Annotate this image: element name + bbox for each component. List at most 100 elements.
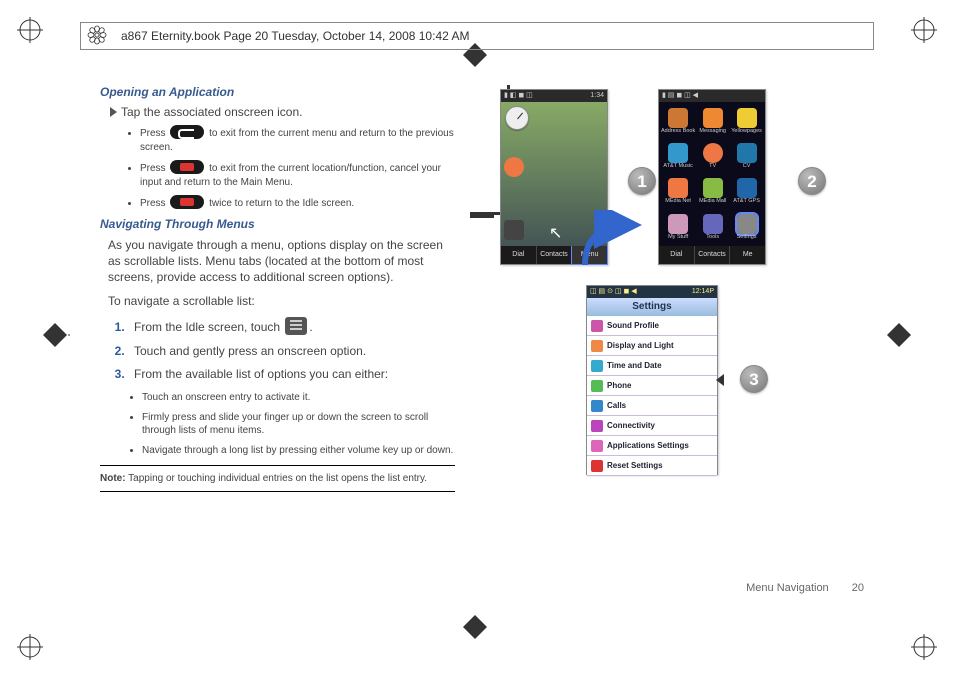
end-key-icon	[170, 160, 204, 174]
back-key-icon	[170, 125, 204, 139]
app-label: MEdia Mall	[699, 199, 726, 205]
app-icon	[668, 143, 688, 163]
fold-mark-right	[884, 320, 914, 350]
settings-row-icon	[591, 360, 603, 372]
bullet-press-end2: Press twice to return to the Idle screen…	[140, 195, 455, 211]
settings-row-phone: Phone	[587, 376, 717, 396]
footer-section-name: Menu Navigation	[746, 582, 829, 594]
app-my-stuff: My Stuff	[661, 210, 695, 244]
status-bar: ▮ ▤ ◼ ◫ ◀	[659, 90, 765, 102]
phone-menu-grid-screenshot: ▮ ▤ ◼ ◫ ◀ Address Book Messaging Yellowpag…	[658, 89, 766, 265]
app-icon	[703, 178, 723, 198]
callout-1: 1	[628, 167, 656, 195]
sub-bullet-touch: Touch an onscreen entry to activate it.	[142, 391, 455, 405]
step-1: From the Idle screen, touch .	[128, 317, 455, 336]
nav-paragraph-2: To navigate a scrollable list:	[108, 293, 447, 309]
settings-row-icon	[591, 320, 603, 332]
app-tv: TV	[696, 139, 729, 173]
settings-row-icon	[591, 440, 603, 452]
settings-row-sound-profile: Sound Profile	[587, 316, 717, 336]
app-label: Yellowpages	[731, 129, 762, 135]
note-divider-top	[100, 465, 455, 466]
app-icon	[668, 178, 688, 198]
app-at-t-gps: AT&T GPS	[730, 175, 763, 209]
app-label: AT&T GPS	[733, 199, 760, 205]
apps-shortcut-icon	[504, 220, 524, 240]
heading-navigating-menus: Navigating Through Menus	[100, 217, 455, 231]
app-icon	[737, 143, 757, 163]
note-divider-bottom	[100, 491, 455, 492]
step-2: Touch and gently press an onscreen optio…	[128, 344, 455, 360]
app-icon	[737, 178, 757, 198]
app-icon	[737, 108, 757, 128]
app-messaging: Messaging	[696, 104, 729, 138]
app-settings: Settings	[730, 210, 763, 244]
app-label: AT&T Music	[663, 164, 692, 170]
page-footer: Menu Navigation 20	[746, 582, 864, 594]
heading-opening-application: Opening an Application	[100, 85, 455, 99]
crop-mark-tl	[15, 15, 45, 45]
framemaker-icon	[87, 25, 107, 45]
settings-row-icon	[591, 400, 603, 412]
app-tools: Tools	[696, 210, 729, 244]
app-icon	[703, 143, 723, 163]
app-label: Messaging	[699, 129, 726, 135]
page-header-box: a867 Eternity.book Page 20 Tuesday, Octo…	[80, 22, 874, 50]
softkey-contacts: Contacts	[537, 246, 573, 264]
tap-instruction: Tap the associated onscreen icon.	[110, 105, 455, 119]
text-column: Opening an Application Tap the associate…	[100, 85, 470, 612]
softkey-dial: Dial	[659, 246, 695, 264]
app-icon	[703, 214, 723, 234]
footer-page-number: 20	[852, 582, 864, 594]
softkey-dial: Dial	[501, 246, 537, 264]
settings-row-applications-settings: Applications Settings	[587, 436, 717, 456]
settings-title-bar: Settings	[587, 298, 717, 316]
app-media-mall: MEdia Mall	[696, 175, 729, 209]
settings-row-reset-settings: Reset Settings	[587, 456, 717, 476]
app-label: My Stuff	[668, 235, 688, 241]
app-icon	[737, 214, 757, 234]
app-cv: CV	[730, 139, 763, 173]
fold-mark-bottom	[460, 612, 490, 642]
nav-paragraph-1: As you navigate through a menu, options …	[108, 237, 447, 286]
settings-row-label: Sound Profile	[607, 321, 659, 330]
settings-row-icon	[591, 420, 603, 432]
status-bar: ◫ ▤ ⊙ ◫ ◼ ◀12:14P	[587, 286, 717, 298]
softkey-contacts: Contacts	[695, 246, 731, 264]
status-bar: ▮ ◧ ◼ ◫1:34	[501, 90, 607, 102]
flow-arrow-1-to-2	[575, 210, 645, 270]
settings-row-label: Applications Settings	[607, 441, 689, 450]
app-label: CV	[743, 164, 751, 170]
settings-row-label: Connectivity	[607, 421, 655, 430]
settings-row-label: Time and Date	[607, 361, 662, 370]
app-media-net: MEdia Net	[661, 175, 695, 209]
settings-row-label: Phone	[607, 381, 631, 390]
app-label: MEdia Net	[665, 199, 691, 205]
app-at-t-music: AT&T Music	[661, 139, 695, 173]
settings-row-label: Calls	[607, 401, 626, 410]
settings-row-calls: Calls	[587, 396, 717, 416]
figure-column: ▮ ◧ ◼ ◫1:34 ↖ Dial Contacts Menu ▮ ▤ ◼ ◫…	[470, 85, 874, 612]
app-yellowpages: Yellowpages	[730, 104, 763, 138]
touch-indicator-icon: ↖	[549, 223, 562, 243]
app-icon	[668, 108, 688, 128]
callout-3: 3	[740, 365, 768, 393]
app-icon	[668, 214, 688, 234]
app-label: TV	[709, 164, 716, 170]
app-address-book: Address Book	[661, 104, 695, 138]
bullet-press-back: Press to exit from the current menu and …	[140, 125, 455, 154]
flow-connector-2-to-3-h	[470, 215, 494, 218]
end-key-icon	[170, 195, 204, 209]
crop-mark-br	[909, 632, 939, 662]
play-arrow-icon	[110, 107, 117, 117]
note-line: Note: Tapping or touching individual ent…	[100, 470, 455, 487]
settings-row-label: Reset Settings	[607, 461, 663, 470]
page-header-text: a867 Eternity.book Page 20 Tuesday, Octo…	[121, 29, 469, 43]
softkey-me: Me	[730, 246, 765, 264]
settings-row-connectivity: Connectivity	[587, 416, 717, 436]
sub-bullet-volume: Navigate through a long list by pressing…	[142, 444, 455, 458]
sub-bullet-slide: Firmly press and slide your finger up or…	[142, 411, 455, 438]
phone-settings-screenshot: ◫ ▤ ⊙ ◫ ◼ ◀12:14P Settings Sound Profile…	[586, 285, 718, 475]
bullet-press-end1: Press to exit from the current location/…	[140, 160, 455, 189]
app-label: Settings	[737, 235, 757, 241]
